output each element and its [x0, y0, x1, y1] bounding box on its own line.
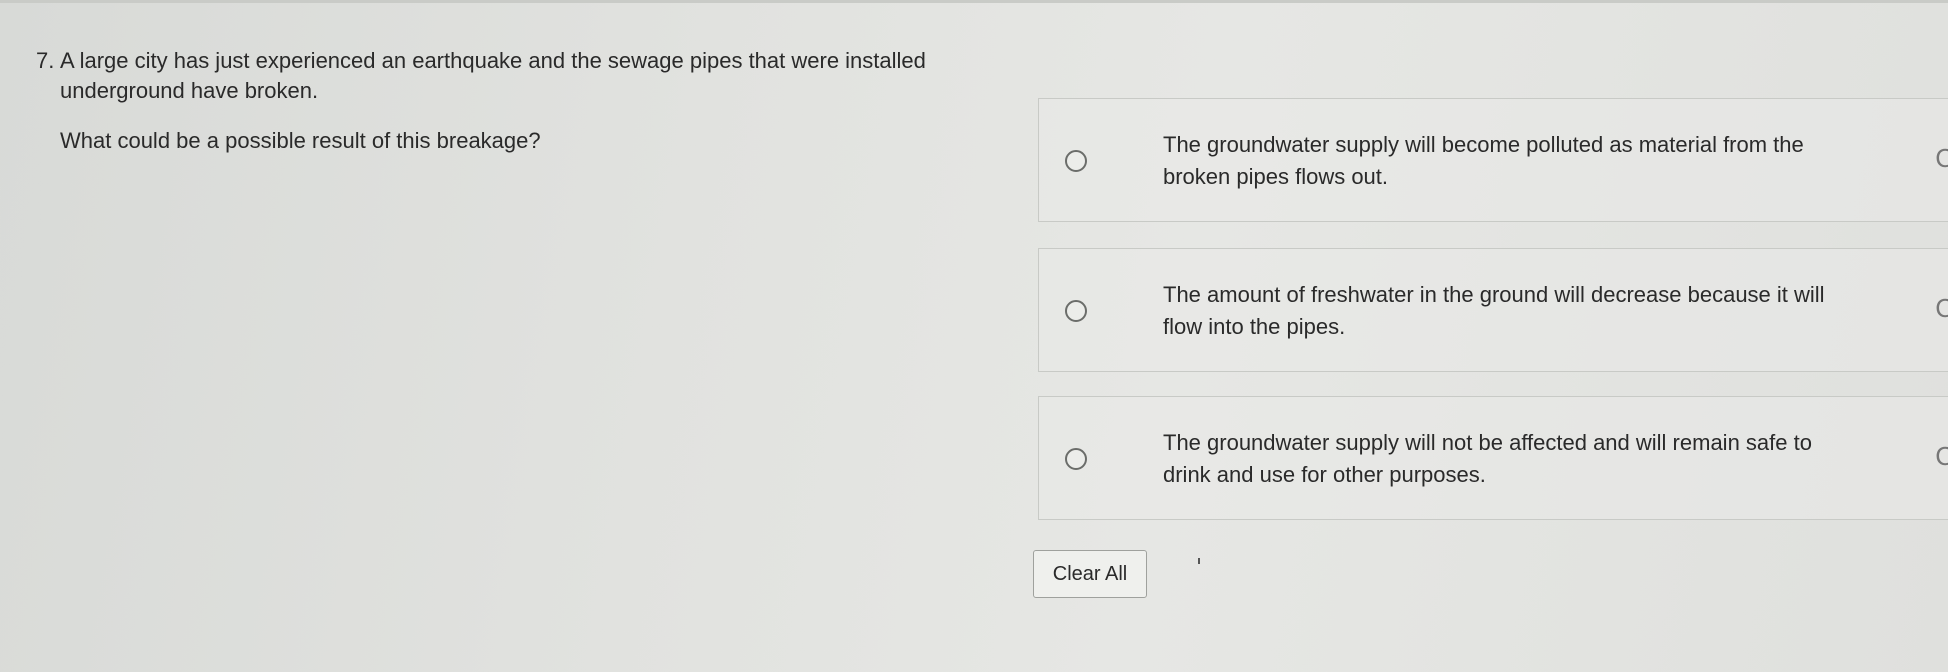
question-text: A large city has just experienced an ear…: [60, 48, 926, 103]
question-number: 7.: [36, 48, 55, 73]
question-header: 7. A large city has just experienced an …: [36, 46, 936, 106]
question-stem: 7. A large city has just experienced an …: [36, 46, 936, 156]
answer-marker-glyph: C: [1935, 293, 1948, 323]
question-prompt: What could be a possible result of this …: [60, 128, 541, 153]
answer-choice-text: The groundwater supply will not be affec…: [1163, 430, 1812, 487]
answer-choice-text: The groundwater supply will become pollu…: [1163, 132, 1804, 189]
radio-button-2[interactable]: [1065, 300, 1087, 322]
top-divider: [0, 0, 1948, 3]
cursor-mark: [1198, 558, 1200, 564]
answer-marker-glyph: C: [1935, 441, 1948, 471]
answer-choice-text: The amount of freshwater in the ground w…: [1163, 282, 1825, 339]
clear-all-button[interactable]: Clear All: [1033, 550, 1147, 598]
answer-marker-glyph: C: [1935, 143, 1948, 173]
answer-choice-3[interactable]: The groundwater supply will not be affec…: [1038, 396, 1948, 520]
radio-button-3[interactable]: [1065, 448, 1087, 470]
answer-choice-2[interactable]: The amount of freshwater in the ground w…: [1038, 248, 1948, 372]
radio-button-1[interactable]: [1065, 150, 1087, 172]
answer-choice-1[interactable]: The groundwater supply will become pollu…: [1038, 98, 1948, 222]
